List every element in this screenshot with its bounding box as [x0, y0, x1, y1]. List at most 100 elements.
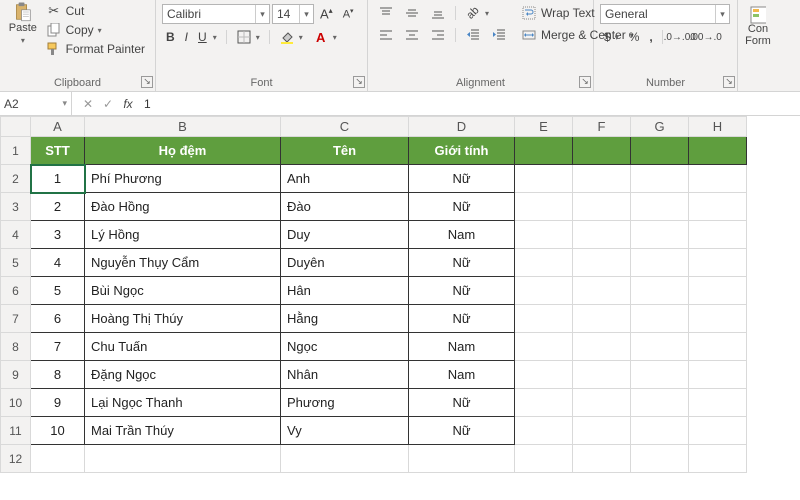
cell[interactable]: 10 — [31, 417, 85, 445]
cell[interactable]: Chu Tuấn — [85, 333, 281, 361]
cell[interactable] — [515, 361, 573, 389]
col-header[interactable]: B — [85, 117, 281, 137]
paste-button[interactable]: Paste ▾ — [6, 2, 40, 47]
formula-input[interactable]: 1 — [138, 97, 800, 111]
cell[interactable]: Nữ — [409, 417, 515, 445]
cell[interactable]: Nam — [409, 333, 515, 361]
col-header[interactable]: G — [631, 117, 689, 137]
cell[interactable]: Nữ — [409, 165, 515, 193]
cell[interactable]: Ngọc — [281, 333, 409, 361]
cell[interactable]: Đào Hồng — [85, 193, 281, 221]
cell[interactable] — [31, 445, 85, 473]
increase-indent-button[interactable] — [487, 26, 511, 44]
cell[interactable]: 9 — [31, 389, 85, 417]
align-right-button[interactable] — [426, 26, 450, 44]
cell[interactable]: Anh — [281, 165, 409, 193]
col-header[interactable]: F — [573, 117, 631, 137]
col-header[interactable]: C — [281, 117, 409, 137]
fill-color-button[interactable]: ▾ — [275, 28, 307, 46]
cell[interactable] — [515, 389, 573, 417]
cell[interactable] — [689, 221, 747, 249]
cell[interactable]: Nữ — [409, 305, 515, 333]
row-header[interactable]: 10 — [1, 389, 31, 417]
col-header[interactable]: H — [689, 117, 747, 137]
cell[interactable]: 1 — [31, 165, 85, 193]
cell[interactable] — [631, 445, 689, 473]
cell[interactable]: Hân — [281, 277, 409, 305]
cell[interactable]: Nữ — [409, 193, 515, 221]
clipboard-dialog-launcher[interactable] — [141, 76, 153, 88]
cell[interactable] — [689, 417, 747, 445]
cell[interactable] — [689, 445, 747, 473]
table-header-cell[interactable]: Họ đệm — [85, 137, 281, 165]
cell[interactable] — [631, 221, 689, 249]
cell[interactable]: 7 — [31, 333, 85, 361]
col-header[interactable]: E — [515, 117, 573, 137]
cell[interactable] — [631, 305, 689, 333]
cell[interactable]: Nguyễn Thụy Cẩm — [85, 249, 281, 277]
cell[interactable] — [515, 249, 573, 277]
spreadsheet-grid[interactable]: ABCDEFGH1STTHọ đệmTênGiới tính21Phí Phươ… — [0, 116, 800, 473]
name-box[interactable]: A2 ▾ — [0, 92, 72, 115]
underline-button[interactable]: U▾ — [194, 29, 221, 45]
cell[interactable] — [689, 137, 747, 165]
borders-button[interactable]: ▾ — [232, 28, 264, 46]
cell[interactable] — [631, 277, 689, 305]
cut-button[interactable]: ✂ Cut — [42, 2, 149, 20]
cell[interactable] — [573, 193, 631, 221]
cell[interactable] — [515, 221, 573, 249]
cell[interactable]: Nữ — [409, 249, 515, 277]
cell[interactable]: Mai Trần Thúy — [85, 417, 281, 445]
cell[interactable] — [515, 277, 573, 305]
font-size-combo[interactable]: 14 ▾ — [272, 4, 314, 24]
cell[interactable]: Hoàng Thị Thúy — [85, 305, 281, 333]
decrease-decimal-button[interactable]: .00→.0 — [694, 28, 718, 46]
cell[interactable] — [631, 333, 689, 361]
cell[interactable]: Vy — [281, 417, 409, 445]
cell[interactable] — [573, 165, 631, 193]
font-dialog-launcher[interactable] — [353, 76, 365, 88]
cell[interactable] — [515, 417, 573, 445]
align-bottom-button[interactable] — [426, 4, 450, 22]
enter-formula-button[interactable]: ✓ — [98, 97, 118, 111]
cell[interactable]: Đặng Ngọc — [85, 361, 281, 389]
comma-format-button[interactable]: , — [645, 29, 656, 45]
cell[interactable]: 4 — [31, 249, 85, 277]
cell[interactable]: Duy — [281, 221, 409, 249]
cell[interactable] — [573, 417, 631, 445]
table-header-cell[interactable]: STT — [31, 137, 85, 165]
cell[interactable] — [573, 333, 631, 361]
cell[interactable] — [689, 389, 747, 417]
cell[interactable] — [573, 361, 631, 389]
conditional-formatting-button[interactable]: Con Form — [741, 6, 775, 48]
row-header[interactable]: 7 — [1, 305, 31, 333]
cell[interactable] — [631, 361, 689, 389]
cell[interactable] — [631, 193, 689, 221]
font-name-combo[interactable]: Calibri ▾ — [162, 4, 270, 24]
number-format-combo[interactable]: General ▾ — [600, 4, 730, 24]
decrease-font-button[interactable]: A▾ — [339, 6, 358, 22]
align-left-button[interactable] — [374, 26, 398, 44]
row-header[interactable]: 6 — [1, 277, 31, 305]
cell[interactable]: Nữ — [409, 389, 515, 417]
format-painter-button[interactable]: Format Painter — [42, 40, 149, 58]
cell[interactable]: Duyên — [281, 249, 409, 277]
cell[interactable]: 5 — [31, 277, 85, 305]
orientation-button[interactable]: ab▾ — [461, 4, 493, 22]
cell[interactable] — [515, 137, 573, 165]
cell[interactable] — [689, 249, 747, 277]
cell[interactable]: 3 — [31, 221, 85, 249]
cell[interactable]: Đào — [281, 193, 409, 221]
row-header[interactable]: 9 — [1, 361, 31, 389]
cell[interactable]: Phương — [281, 389, 409, 417]
cell[interactable]: 2 — [31, 193, 85, 221]
cell[interactable] — [689, 165, 747, 193]
italic-button[interactable]: I — [181, 29, 192, 45]
table-header-cell[interactable]: Tên — [281, 137, 409, 165]
cell[interactable] — [515, 333, 573, 361]
cell[interactable]: Nhân — [281, 361, 409, 389]
cell[interactable] — [281, 445, 409, 473]
row-header[interactable]: 2 — [1, 165, 31, 193]
row-header[interactable]: 12 — [1, 445, 31, 473]
cell[interactable]: 6 — [31, 305, 85, 333]
